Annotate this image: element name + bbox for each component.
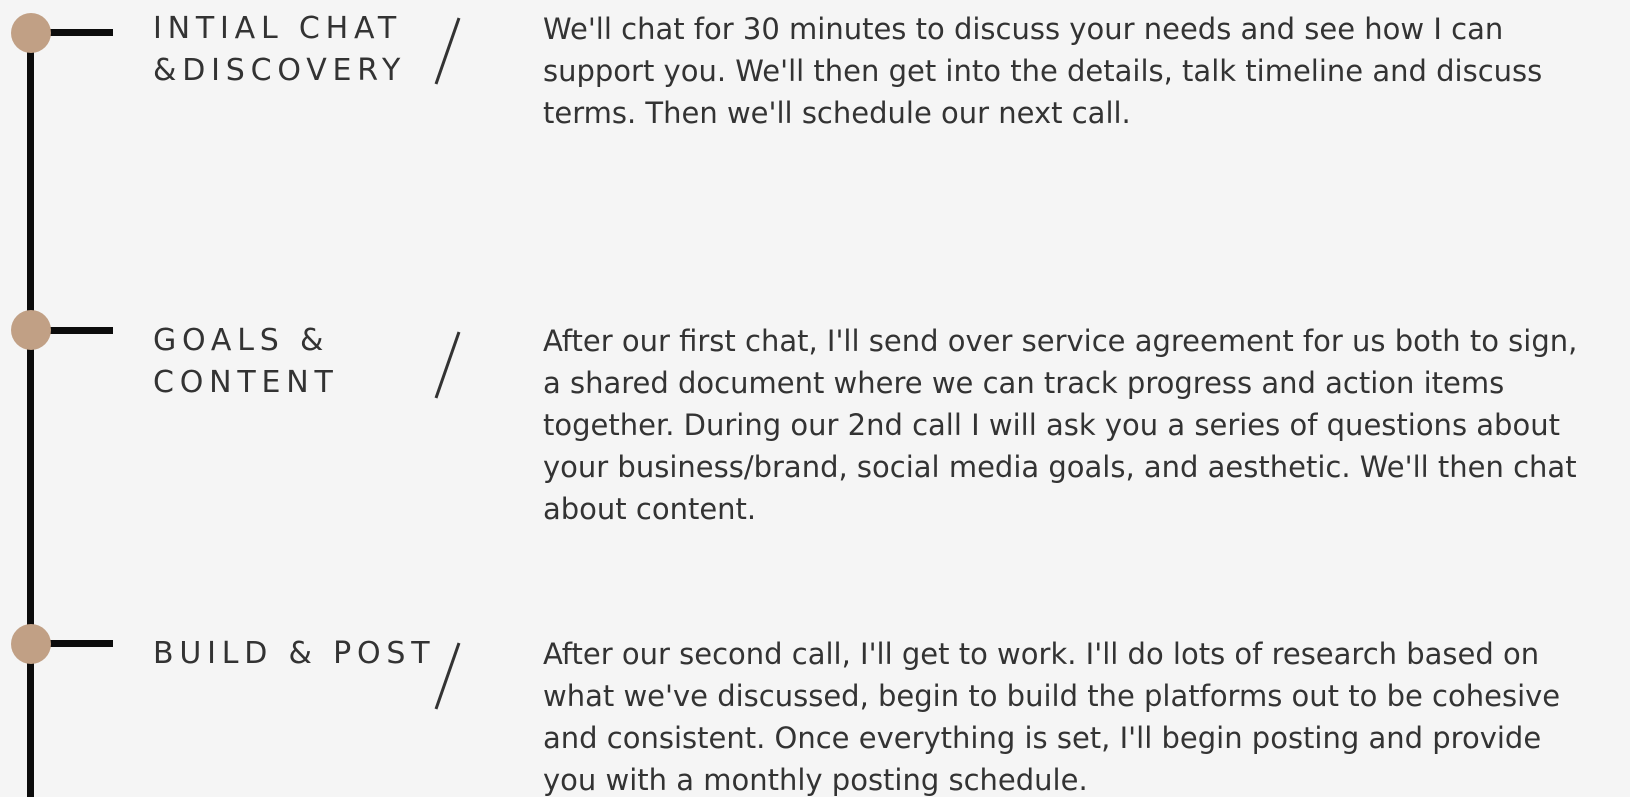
timeline-connector — [48, 327, 113, 334]
slash-divider-stroke — [434, 17, 461, 85]
timeline-line — [27, 32, 34, 797]
description-line: about content. — [543, 492, 757, 526]
slash-divider-icon — [434, 331, 461, 399]
timeline-connector — [48, 640, 113, 647]
step-heading: GOALS & CONTENT — [153, 320, 443, 404]
description-line: and consistent. Once everything is set, … — [543, 721, 1542, 755]
slash-divider-icon — [434, 642, 461, 710]
description-line: terms. Then we'll schedule our next call… — [543, 96, 1131, 130]
step-heading-line: CONTENT — [153, 365, 339, 400]
step-description: After our first chat, I'll send over ser… — [543, 320, 1628, 530]
description-line: After our second call, I'll get to work.… — [543, 637, 1540, 671]
slash-divider-stroke — [434, 642, 461, 710]
step-description: After our second call, I'll get to work.… — [543, 633, 1628, 797]
description-line: a shared document where we can track pro… — [543, 366, 1505, 400]
description-line: We'll chat for 30 minutes to discuss you… — [543, 12, 1504, 46]
step-heading-line: GOALS & — [153, 323, 330, 358]
step-heading: BUILD & POST — [153, 633, 443, 675]
slash-divider-stroke — [434, 331, 461, 399]
step-heading: INTIAL CHAT &DISCOVERY — [153, 8, 443, 92]
timeline-node-icon — [11, 13, 51, 53]
step-heading-line: INTIAL CHAT — [153, 11, 403, 46]
step-description: We'll chat for 30 minutes to discuss you… — [543, 8, 1628, 134]
timeline-node-icon — [11, 310, 51, 350]
description-line: After our first chat, I'll send over ser… — [543, 324, 1578, 358]
process-timeline-page: INTIAL CHAT &DISCOVERY We'll chat for 30… — [0, 0, 1630, 797]
description-line: together. During our 2nd call I will ask… — [543, 408, 1560, 442]
description-line: what we've discussed, begin to build the… — [543, 679, 1561, 713]
timeline-connector — [48, 29, 113, 36]
timeline-node-icon — [11, 624, 51, 664]
description-line: support you. We'll then get into the det… — [543, 54, 1543, 88]
step-heading-line: &DISCOVERY — [153, 53, 407, 88]
slash-divider-icon — [434, 17, 461, 85]
step-heading-line: BUILD & POST — [153, 636, 436, 671]
description-line: you with a monthly posting schedule. — [543, 763, 1088, 797]
description-line: your business/brand, social media goals,… — [543, 450, 1577, 484]
